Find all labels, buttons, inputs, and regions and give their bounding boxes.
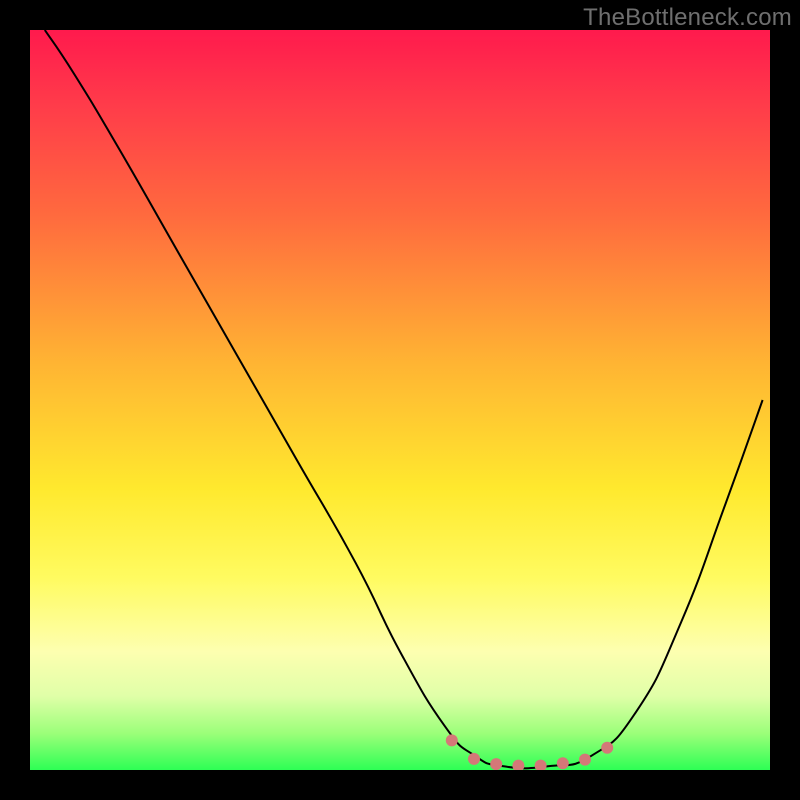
sweet-spot-dots bbox=[30, 30, 770, 770]
sweet-spot-dot bbox=[535, 760, 547, 770]
sweet-spot-dot bbox=[601, 742, 613, 754]
sweet-spot-dot bbox=[446, 734, 458, 746]
watermark-text: TheBottleneck.com bbox=[583, 4, 792, 32]
plot-area bbox=[30, 30, 770, 770]
chart-stage: TheBottleneck.com bbox=[0, 0, 800, 800]
sweet-spot-dot bbox=[468, 753, 480, 765]
sweet-spot-dot bbox=[512, 760, 524, 770]
sweet-spot-dot bbox=[490, 758, 502, 770]
dots-group bbox=[446, 734, 613, 770]
sweet-spot-dot bbox=[557, 757, 569, 769]
sweet-spot-dot bbox=[579, 754, 591, 766]
